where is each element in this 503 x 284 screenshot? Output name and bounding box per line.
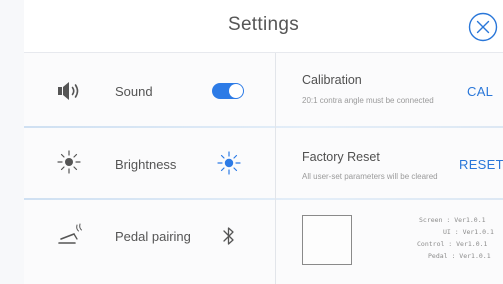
header: Settings <box>24 0 503 52</box>
toggle-knob <box>229 84 243 98</box>
sound-toggle[interactable] <box>212 83 244 99</box>
page-title: Settings <box>227 14 300 35</box>
column-divider <box>275 53 276 284</box>
bluetooth-icon[interactable] <box>222 225 236 247</box>
settings-row-1 <box>24 53 503 126</box>
version-pedal: Pedal : Ver1.0.1 <box>428 252 491 260</box>
sun-icon <box>57 150 81 174</box>
version-ui: UI : Ver1.0.1 <box>443 228 494 236</box>
factory-reset-title: Factory Reset <box>302 150 380 164</box>
factory-reset-subtitle: All user-set parameters will be cleared <box>302 172 438 181</box>
pairing-qr-box <box>302 215 352 265</box>
close-icon[interactable] <box>468 12 498 42</box>
brightness-label: Brightness <box>115 157 177 172</box>
version-control: Control : Ver1.0.1 <box>417 240 488 248</box>
reset-button[interactable]: RESET <box>459 157 503 172</box>
pedal-icon <box>58 223 82 244</box>
toggle-switch[interactable] <box>212 83 244 99</box>
version-screen: Screen : Ver1.0.1 <box>419 216 486 224</box>
pedal-pairing-label: Pedal pairing <box>115 229 191 244</box>
calibration-title: Calibration <box>302 73 362 87</box>
cal-button[interactable]: CAL <box>467 84 493 99</box>
settings-row-2 <box>24 128 503 198</box>
brightness-sun-icon[interactable] <box>214 150 244 176</box>
settings-panel: Settings Sound Brightness Pedal pairing … <box>24 0 503 284</box>
sound-label: Sound <box>115 84 153 99</box>
calibration-subtitle: 20:1 contra angle must be connected <box>302 96 434 105</box>
speaker-icon <box>58 82 79 100</box>
